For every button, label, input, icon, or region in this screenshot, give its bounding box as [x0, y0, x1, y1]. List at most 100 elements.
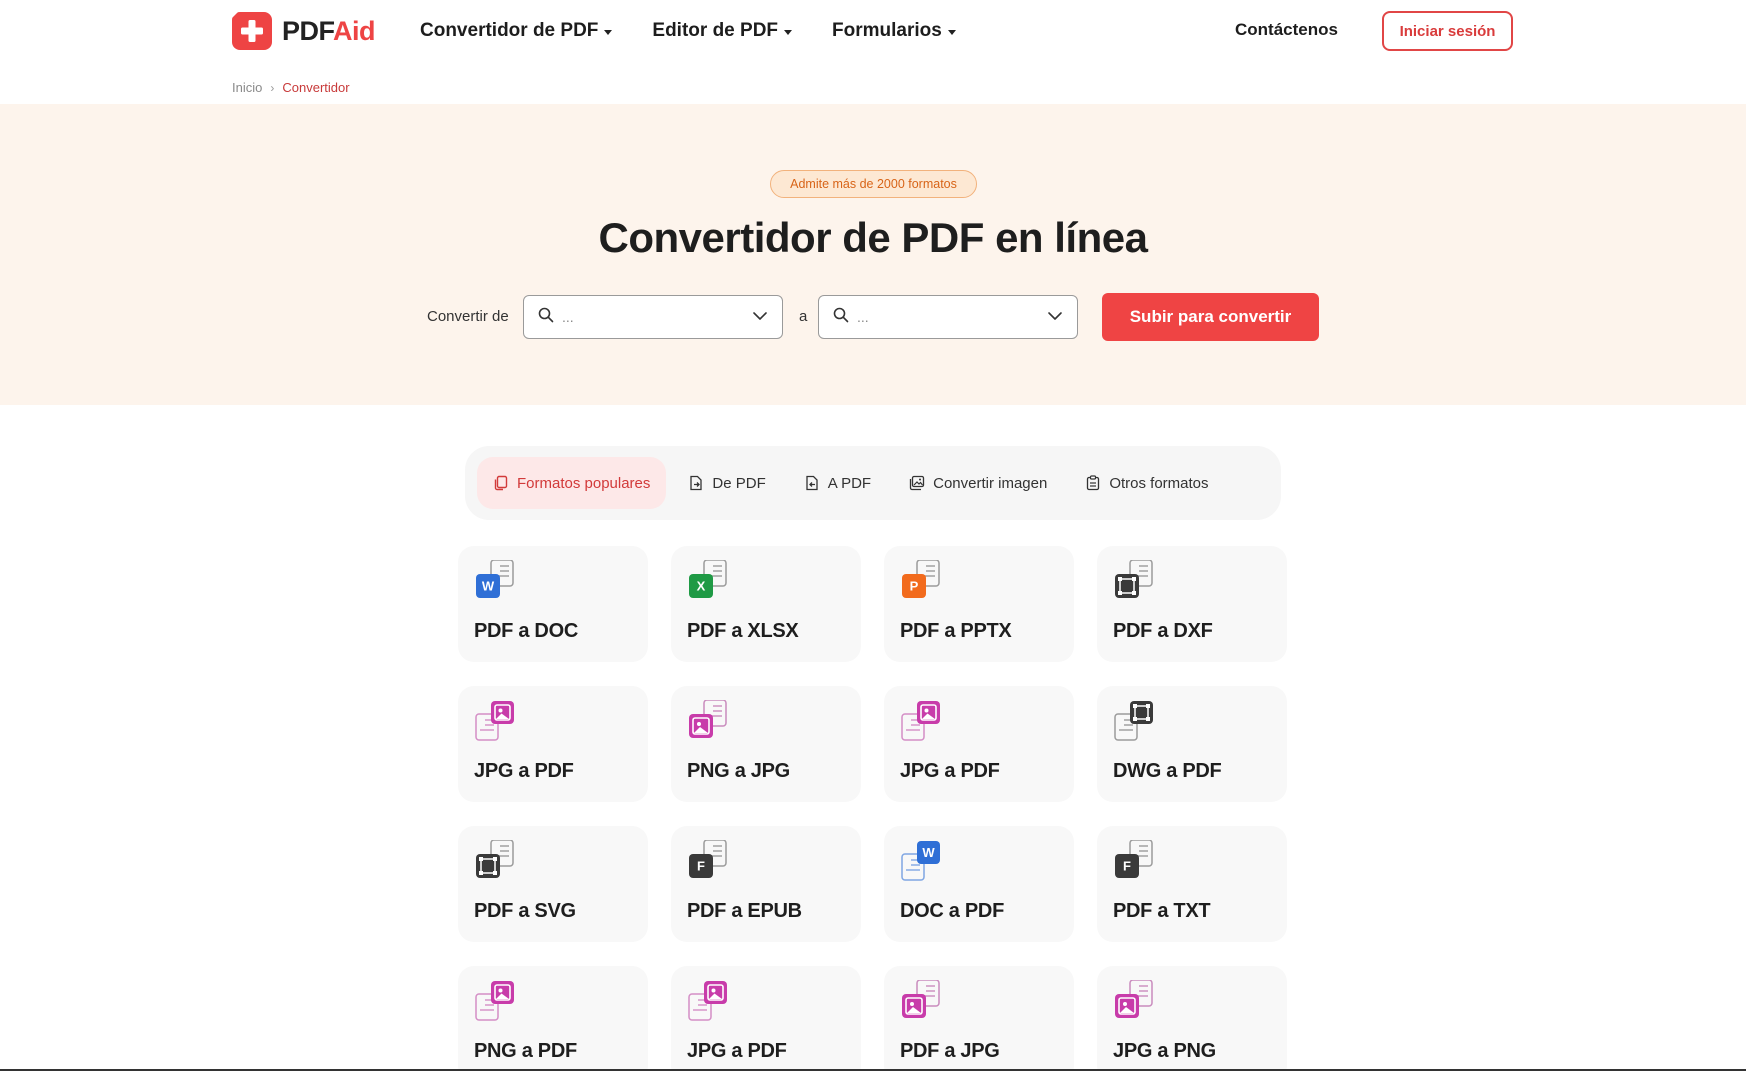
svg-text:W: W: [922, 845, 935, 860]
excel-icon: X: [687, 559, 729, 602]
search-icon: [538, 307, 554, 328]
svg-text:X: X: [697, 579, 706, 594]
tool-card-label: JPG a PNG: [1113, 1040, 1216, 1062]
ebook-icon: F: [687, 839, 729, 882]
tool-card[interactable]: PNG a PDF: [458, 966, 648, 1071]
breadcrumb-home[interactable]: Inicio: [232, 80, 262, 95]
logo-aid-text: Aid: [333, 15, 376, 46]
image-to-pdf-icon: [687, 980, 729, 1022]
tool-card[interactable]: W PDF a DOC: [458, 546, 648, 662]
word-to-pdf-icon: W: [900, 840, 942, 882]
tool-card[interactable]: PDF a JPG: [884, 966, 1074, 1071]
caret-down-icon: [947, 29, 956, 35]
cad-to-pdf-icon: [1113, 700, 1155, 742]
category-tabs: Formatos populares De PDF A PDF Converti…: [465, 446, 1281, 520]
tab-formatos-populares[interactable]: Formatos populares: [477, 457, 667, 509]
logo-plus-icon: [232, 12, 272, 50]
tool-card-label: DOC a PDF: [900, 900, 1004, 922]
tab-de-pdf[interactable]: De PDF: [672, 457, 781, 509]
image-convert-icon: [1113, 979, 1155, 1022]
file-export-icon: [688, 475, 704, 491]
cad-icon: [1113, 559, 1155, 602]
tool-card-label: PDF a DOC: [474, 620, 578, 642]
chevron-down-icon: [752, 308, 768, 326]
tool-card-label: PNG a PDF: [474, 1040, 577, 1062]
tool-card[interactable]: JPG a PDF: [884, 686, 1074, 802]
tool-card-label: PDF a XLSX: [687, 620, 799, 642]
tool-card[interactable]: JPG a PDF: [671, 966, 861, 1071]
caret-down-icon: [604, 29, 613, 35]
tool-card[interactable]: PNG a JPG: [671, 686, 861, 802]
from-format-placeholder: ...: [562, 309, 574, 325]
image-icon: [909, 475, 925, 491]
nav-label: Convertidor de PDF: [420, 20, 599, 41]
tool-card[interactable]: PDF a SVG: [458, 826, 648, 942]
svg-text:P: P: [910, 579, 919, 594]
convert-from-label: Convertir de: [427, 308, 509, 325]
to-format-select[interactable]: ...: [818, 295, 1078, 339]
tool-card-label: JPG a PDF: [474, 760, 574, 782]
caret-down-icon: [784, 29, 793, 35]
svg-text:W: W: [482, 579, 495, 594]
tool-card-label: DWG a PDF: [1113, 760, 1222, 782]
main-nav: Convertidor de PDF Editor de PDF Formula…: [420, 20, 996, 42]
tab-label: Convertir imagen: [933, 474, 1048, 492]
text-icon: F: [1113, 839, 1155, 882]
hero-section: Admite más de 2000 formatos Convertidor …: [0, 104, 1746, 405]
logo-wordmark: PDFAid: [282, 15, 376, 47]
search-icon: [833, 307, 849, 328]
image-to-pdf-icon: [474, 700, 516, 742]
chevron-down-icon: [1047, 308, 1063, 326]
nav-label: Editor de PDF: [652, 20, 779, 41]
image-to-pdf-icon: [900, 700, 942, 742]
tool-card[interactable]: P PDF a PPTX: [884, 546, 1074, 662]
tab-convertir-imagen[interactable]: Convertir imagen: [893, 457, 1063, 509]
tab-label: A PDF: [827, 474, 872, 492]
pdf-to-image-icon: [900, 979, 942, 1022]
vector-icon: [474, 839, 516, 882]
contact-link[interactable]: Contáctenos: [1235, 20, 1338, 40]
tool-card-label: PDF a PPTX: [900, 620, 1012, 642]
tab-a-pdf[interactable]: A PDF: [788, 457, 887, 509]
tab-otros-formatos[interactable]: Otros formatos: [1069, 457, 1224, 509]
nav-convertidor-pdf[interactable]: Convertidor de PDF: [420, 20, 613, 42]
tool-card[interactable]: W DOC a PDF: [884, 826, 1074, 942]
tool-card[interactable]: JPG a PNG: [1097, 966, 1287, 1071]
tab-label: Otros formatos: [1109, 474, 1209, 492]
tool-card[interactable]: PDF a DXF: [1097, 546, 1287, 662]
login-button[interactable]: Iniciar sesión: [1382, 11, 1513, 51]
tool-card[interactable]: X PDF a XLSX: [671, 546, 861, 662]
tool-card-label: PDF a EPUB: [687, 900, 802, 922]
tab-label: Formatos populares: [517, 474, 651, 492]
nav-formularios[interactable]: Formularios: [832, 20, 956, 42]
word-icon: W: [474, 559, 516, 602]
formats-badge: Admite más de 2000 formatos: [770, 170, 977, 198]
tool-card[interactable]: F PDF a EPUB: [671, 826, 861, 942]
tool-card-label: JPG a PDF: [900, 760, 1000, 782]
top-header: PDFAid Convertidor de PDF Editor de PDF …: [0, 0, 1746, 64]
logo-pdf-text: PDF: [282, 15, 334, 46]
clipboard-icon: [1085, 475, 1101, 491]
tool-card-label: PDF a DXF: [1113, 620, 1213, 642]
to-format-placeholder: ...: [857, 309, 869, 325]
breadcrumb: Inicio › Convertidor: [232, 80, 350, 95]
powerpoint-icon: P: [900, 559, 942, 602]
copy-icon: [493, 475, 509, 491]
tool-card[interactable]: DWG a PDF: [1097, 686, 1287, 802]
from-format-select[interactable]: ...: [523, 295, 783, 339]
tool-card[interactable]: F PDF a TXT: [1097, 826, 1287, 942]
pdfaid-logo[interactable]: PDFAid: [232, 12, 376, 50]
tab-label: De PDF: [712, 474, 766, 492]
tool-card-label: PDF a JPG: [900, 1040, 1000, 1062]
tool-grid: W PDF a DOC X PDF a XLSX P PDF a PPTX PDF a DX…: [458, 546, 1288, 1071]
upload-convert-button[interactable]: Subir para convertir: [1102, 293, 1319, 341]
file-import-icon: [804, 475, 820, 491]
nav-editor-pdf[interactable]: Editor de PDF: [652, 20, 793, 42]
nav-label: Formularios: [832, 20, 942, 41]
page-title: Convertidor de PDF en línea: [598, 214, 1148, 261]
chevron-right-icon: ›: [270, 80, 275, 95]
tool-card[interactable]: JPG a PDF: [458, 686, 648, 802]
svg-text:F: F: [697, 859, 705, 874]
tool-card-label: PDF a SVG: [474, 900, 576, 922]
image-to-pdf-icon: [474, 980, 516, 1022]
